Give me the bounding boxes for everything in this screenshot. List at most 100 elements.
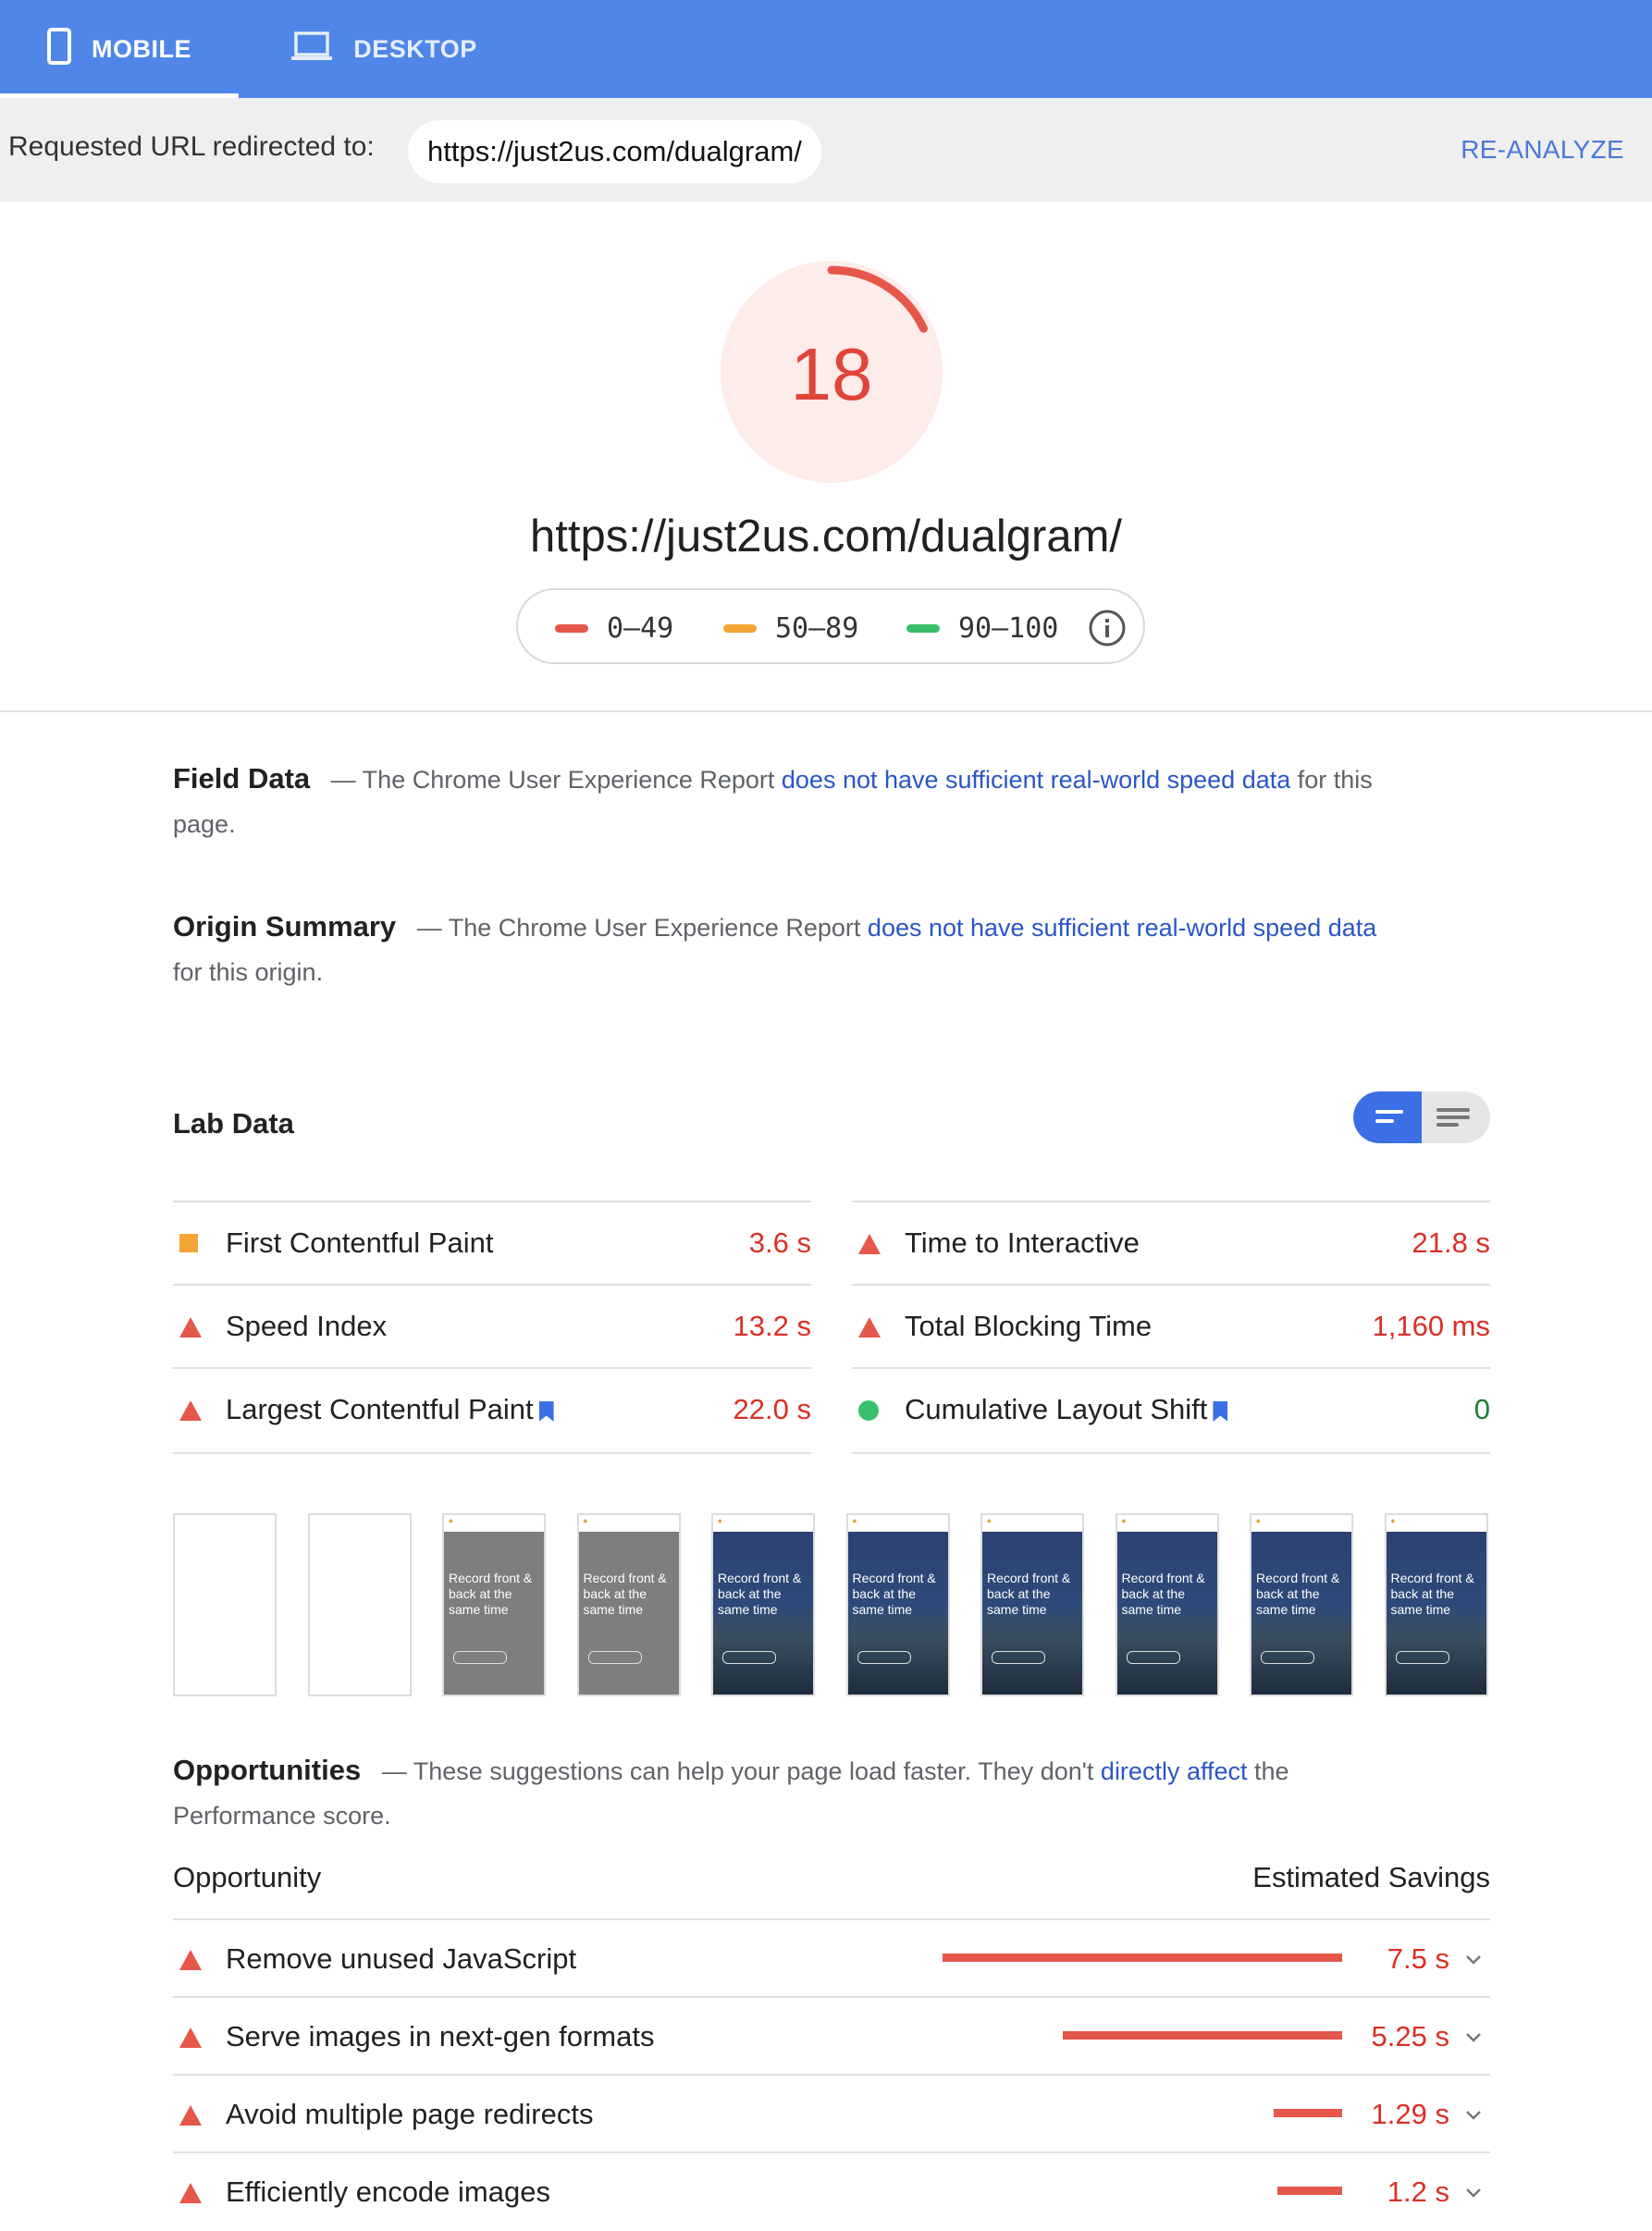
origin-summary-link[interactable]: does not have sufficient real-world spee… xyxy=(868,914,1376,942)
metric-label: Cumulative Layout Shift xyxy=(905,1393,1228,1426)
legend-average-label: 50–89 xyxy=(775,612,859,645)
frame-headline: Record front & back at the same time xyxy=(449,1571,533,1617)
pass-circle-icon xyxy=(857,1399,880,1426)
opportunity-label: Avoid multiple page redirects xyxy=(226,2098,594,2130)
score-value: 18 xyxy=(791,333,873,415)
lab-data-title: Lab Data xyxy=(173,1107,294,1140)
opportunities-title: Opportunities xyxy=(173,1754,362,1786)
filmstrip-frame: ◆ Record front & back at the same time xyxy=(980,1513,1084,1696)
frame-logo-icon: ◆ xyxy=(1256,1519,1261,1524)
tab-desktop[interactable]: DESKTOP xyxy=(277,0,490,98)
filmstrip-frame: ◆ Record front & back at the same time xyxy=(1115,1513,1219,1696)
legend-average: 50–89 xyxy=(723,612,858,645)
frame-button xyxy=(1395,1651,1449,1664)
reanalyze-button[interactable]: RE-ANALYZE xyxy=(1461,135,1624,165)
frame-button xyxy=(587,1651,642,1664)
tab-mobile-label: MOBILE xyxy=(92,34,191,63)
frame-button xyxy=(453,1651,507,1664)
opportunity-row[interactable]: Serve images in next-gen formats 5.25 s xyxy=(173,1996,1490,2076)
filmstrip-frame: ◆ Record front & back at the same time xyxy=(442,1513,546,1696)
filmstrip-frame: ◆ Record front & back at the same time xyxy=(576,1513,681,1696)
savings-value: 1.2 s xyxy=(1387,2176,1449,2208)
frame-button xyxy=(992,1651,1045,1664)
field-data-title: Field Data xyxy=(173,762,311,795)
analyzed-url: https://just2us.com/dualgram/ xyxy=(529,512,1122,561)
bookmark-icon xyxy=(1213,1400,1228,1422)
metric-value: 3.6 s xyxy=(748,1226,811,1259)
savings-value: 5.25 s xyxy=(1371,2020,1449,2052)
savings-bar xyxy=(1062,2031,1342,2040)
chevron-down-icon[interactable] xyxy=(1462,2181,1485,2208)
frame-headline: Record front & back at the same time xyxy=(1256,1571,1340,1617)
frame-logo-icon: ◆ xyxy=(1390,1519,1396,1524)
average-square-icon xyxy=(179,1233,199,1258)
metric-value: 13.2 s xyxy=(733,1310,811,1342)
redirect-url: https://just2us.com/dualgram/ xyxy=(408,120,821,183)
metric-label: Speed Index xyxy=(226,1310,388,1342)
frame-logo-icon: ◆ xyxy=(718,1519,722,1524)
legend-fail-swatch xyxy=(555,624,588,633)
opportunities-section: Opportunities — These suggestions can he… xyxy=(173,1748,1385,1838)
score-legend: 0–49 50–89 90–100 xyxy=(516,588,1145,664)
field-data-prefix: — The Chrome User Experience Report xyxy=(330,766,775,794)
opportunity-row[interactable]: Remove unused JavaScript 7.5 s xyxy=(173,1918,1490,1998)
toggle-list-view[interactable] xyxy=(1436,1108,1470,1112)
frame-headline: Record front & back at the same time xyxy=(852,1571,936,1617)
fail-triangle-icon xyxy=(857,1316,881,1343)
metric-label: First Contentful Paint xyxy=(226,1226,494,1259)
frame-button xyxy=(722,1651,776,1664)
legend-pass: 90–100 xyxy=(906,612,1058,645)
fail-triangle-icon xyxy=(179,2027,203,2053)
opportunities-link[interactable]: directly affect xyxy=(1101,1757,1248,1785)
metric-row: Speed Index 13.2 s xyxy=(173,1284,811,1369)
filmstrip-frame xyxy=(173,1513,277,1696)
laptop-icon xyxy=(290,31,333,68)
frame-logo-icon: ◆ xyxy=(852,1519,857,1524)
view-toggle[interactable] xyxy=(1353,1091,1490,1143)
chevron-down-icon[interactable] xyxy=(1462,1948,1485,1975)
frame-logo-icon: ◆ xyxy=(1121,1519,1127,1524)
tab-mobile[interactable]: MOBILE xyxy=(0,0,239,98)
savings-column-header: Estimated Savings xyxy=(1252,1861,1490,1893)
filmstrip-frame: ◆ Record front & back at the same time xyxy=(1250,1513,1353,1696)
legend-average-swatch xyxy=(723,624,757,633)
origin-summary-section: Origin Summary — The Chrome User Experie… xyxy=(173,905,1385,994)
section-divider xyxy=(0,710,1652,712)
legend-pass-label: 90–100 xyxy=(958,612,1059,645)
origin-summary-title: Origin Summary xyxy=(173,910,397,943)
origin-summary-prefix: — The Chrome User Experience Report xyxy=(416,914,861,942)
opportunities-prefix: — These suggestions can help your page l… xyxy=(381,1757,1094,1785)
fail-triangle-icon xyxy=(179,1399,203,1426)
origin-summary-suffix: for this origin. xyxy=(173,958,324,986)
metric-label: Largest Contentful Paint xyxy=(226,1393,554,1426)
metric-label: Total Blocking Time xyxy=(905,1310,1153,1342)
chevron-down-icon[interactable] xyxy=(1462,2026,1485,2052)
savings-bar xyxy=(1277,2187,1342,2195)
info-icon[interactable] xyxy=(1088,609,1127,652)
savings-value: 1.29 s xyxy=(1371,2098,1449,2130)
legend-pass-swatch xyxy=(906,624,940,633)
metric-row: First Contentful Paint 3.6 s xyxy=(173,1201,811,1286)
frame-headline: Record front & back at the same time xyxy=(1121,1571,1205,1617)
fail-triangle-icon xyxy=(857,1233,881,1260)
opportunity-label: Remove unused JavaScript xyxy=(226,1942,577,1975)
opportunity-row[interactable]: Avoid multiple page redirects 1.29 s xyxy=(173,2074,1490,2153)
filmstrip-frame xyxy=(307,1513,412,1696)
opportunity-column-header: Opportunity xyxy=(173,1861,322,1893)
legend-fail: 0–49 xyxy=(555,612,673,645)
savings-value: 7.5 s xyxy=(1387,1942,1449,1975)
metric-row: Total Blocking Time 1,160 ms xyxy=(852,1284,1490,1369)
redirect-label: Requested URL redirected to: xyxy=(8,131,375,162)
frame-headline: Record front & back at the same time xyxy=(718,1571,802,1617)
opportunity-row[interactable]: Efficiently encode images 1.2 s xyxy=(173,2151,1490,2231)
field-data-link[interactable]: does not have sufficient real-world spee… xyxy=(782,766,1290,794)
fail-triangle-icon xyxy=(179,1316,203,1343)
toggle-summary-view[interactable] xyxy=(1353,1091,1422,1143)
chevron-down-icon[interactable] xyxy=(1462,2103,1485,2130)
fail-triangle-icon xyxy=(179,1949,203,1976)
frame-button xyxy=(857,1651,911,1664)
metric-value: 1,160 ms xyxy=(1372,1310,1490,1342)
fail-triangle-icon xyxy=(179,2104,203,2131)
metric-row: Largest Contentful Paint 22.0 s xyxy=(173,1367,811,1454)
legend-fail-label: 0–49 xyxy=(607,612,674,645)
